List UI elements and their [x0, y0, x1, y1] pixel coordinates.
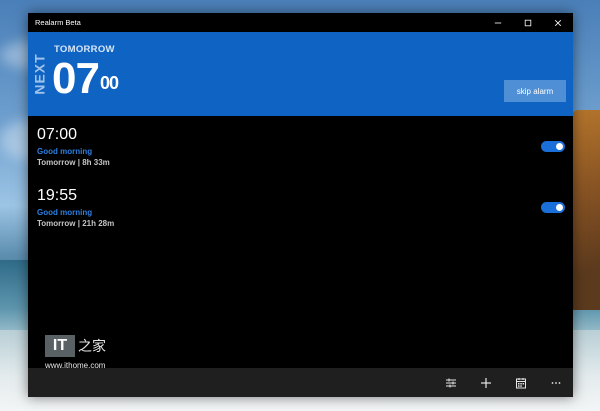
- watermark-url: www.ithome.com: [45, 361, 106, 370]
- alarm-name: Good morning: [37, 208, 93, 217]
- window-title: Realarm Beta: [35, 18, 81, 27]
- alarm-time: 19:55: [37, 187, 78, 204]
- maximize-icon: [524, 19, 532, 26]
- filter-button[interactable]: [433, 368, 468, 397]
- alarm-info: Tomorrow | 8h 33m: [37, 158, 110, 167]
- add-icon: [480, 377, 491, 388]
- minimize-icon: [494, 22, 502, 23]
- more-icon: [551, 381, 560, 384]
- watermark-logo-glyph: 之家: [78, 339, 106, 355]
- next-alarm-banner: NEXT TOMORROW 0700 skip alarm: [28, 32, 573, 116]
- add-alarm-button[interactable]: [468, 368, 503, 397]
- close-icon: [554, 19, 562, 26]
- window-controls: [483, 13, 573, 32]
- alarm-toggle[interactable]: [541, 202, 565, 213]
- maximize-button[interactable]: [513, 13, 543, 32]
- close-button[interactable]: [543, 13, 573, 32]
- calendar-icon: [515, 377, 526, 388]
- next-alarm-hour: 07: [52, 54, 100, 103]
- more-button[interactable]: [538, 368, 573, 397]
- watermark: IT 之家 www.ithome.com: [45, 335, 106, 370]
- alarm-time: 07:00: [37, 126, 78, 143]
- watermark-logo: IT 之家: [45, 335, 106, 357]
- bottom-app-bar: [28, 368, 573, 397]
- alarm-info: Tomorrow | 21h 28m: [37, 219, 115, 228]
- alarm-item[interactable]: 19:55 Good morning Tomorrow | 21h 28m: [28, 187, 573, 239]
- next-vertical-label: NEXT: [32, 53, 48, 95]
- next-alarm-time: 0700: [52, 54, 119, 104]
- skip-alarm-button[interactable]: skip alarm: [504, 80, 566, 102]
- alarm-toggle[interactable]: [541, 141, 565, 152]
- calendar-button[interactable]: [503, 368, 538, 397]
- filter-icon: [445, 378, 456, 387]
- alarm-item[interactable]: 07:00 Good morning Tomorrow | 8h 33m: [28, 126, 573, 178]
- app-window: Realarm Beta NEXT TOMORROW 0700 skip ala…: [28, 13, 573, 397]
- alarm-name: Good morning: [37, 147, 93, 156]
- next-alarm-minute: 00: [99, 73, 119, 93]
- watermark-logo-text: IT: [45, 335, 75, 357]
- title-bar[interactable]: Realarm Beta: [28, 13, 573, 32]
- minimize-button[interactable]: [483, 13, 513, 32]
